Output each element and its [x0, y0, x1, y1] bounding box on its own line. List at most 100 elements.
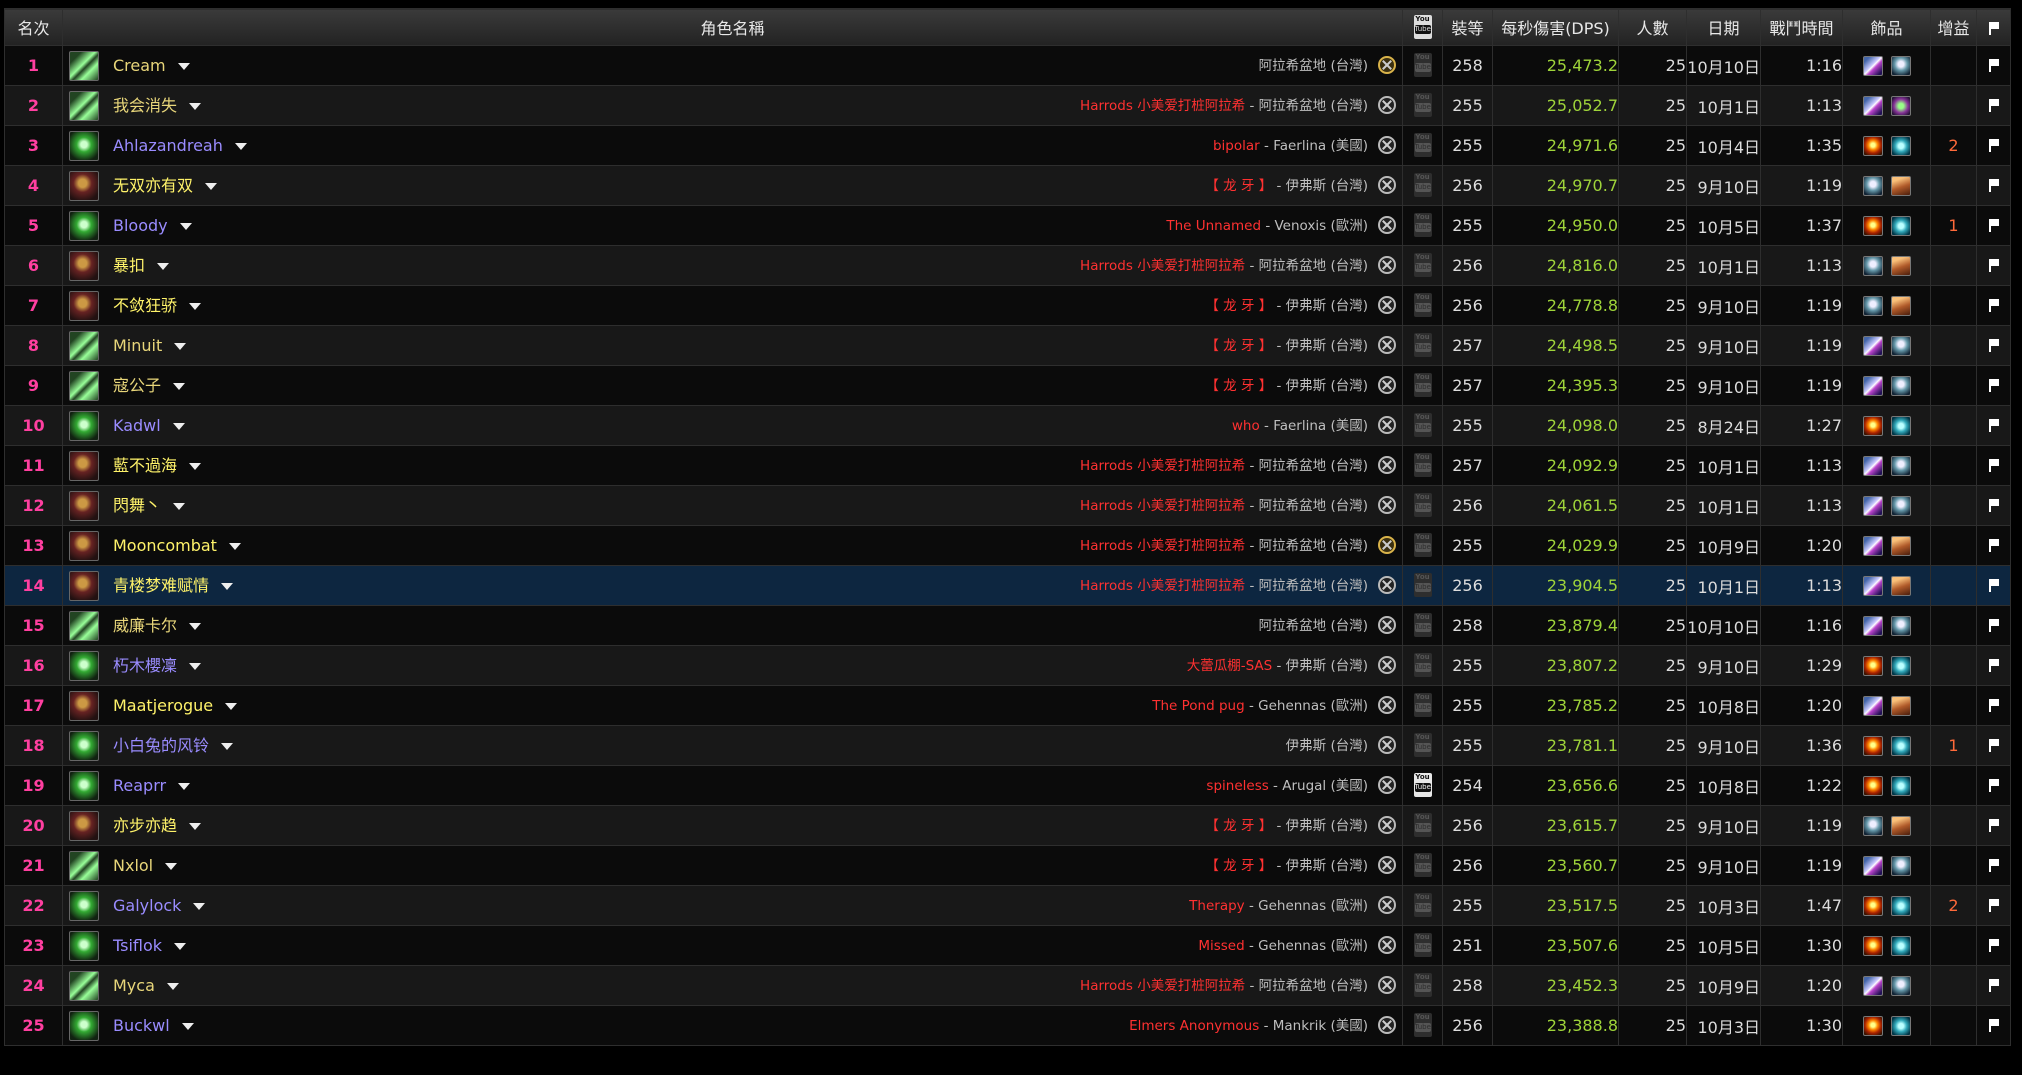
server-name[interactable]: 阿拉希盆地 (台灣) [1259, 578, 1368, 594]
trinket-icon[interactable] [1862, 575, 1883, 596]
server-name[interactable]: 伊弗斯 (台灣) [1286, 738, 1368, 754]
chevron-down-icon[interactable] [189, 463, 202, 470]
guild-link[interactable]: bipolar [1213, 138, 1260, 154]
table-row[interactable]: 15 威廉卡尔 阿拉希盆地 (台灣) You Tube 258 23,879.4 25 10月1… [4, 605, 2011, 646]
character-name-link[interactable]: 寇公子 [113, 367, 186, 405]
server-name[interactable]: 阿拉希盆地 (台灣) [1259, 58, 1368, 74]
server-name[interactable]: Faerlina (美國) [1273, 138, 1368, 154]
youtube-cell[interactable]: You Tube [1402, 765, 1443, 806]
trinket-icon[interactable] [1890, 895, 1911, 916]
chevron-down-icon[interactable] [166, 983, 179, 990]
server-name[interactable]: Gehennas (歐洲) [1258, 938, 1368, 954]
table-row[interactable]: 20 亦步亦趋 【 龙 牙 】 - 伊弗斯 (台灣) You Tube 256 23,615… [4, 805, 2011, 846]
server-name[interactable]: 伊弗斯 (台灣) [1286, 338, 1368, 354]
character-name-link[interactable]: Reaprr [113, 767, 191, 805]
table-row[interactable]: 23 Tsiflok Missed - Gehennas (歐洲) You Tube 25… [4, 925, 2011, 966]
guild-link[interactable]: 【 龙 牙 】 [1205, 858, 1272, 874]
character-name-header[interactable]: 角色名稱 [62, 8, 1403, 46]
trinket-icon[interactable] [1862, 255, 1883, 276]
report-cell[interactable] [1976, 285, 2011, 326]
trinkets-header[interactable]: 飾品 [1842, 8, 1931, 46]
guild-link[interactable]: The Pond pug [1152, 698, 1244, 714]
chevron-down-icon[interactable] [173, 383, 186, 390]
server-name[interactable]: 阿拉希盆地 (台灣) [1259, 258, 1368, 274]
report-cell[interactable] [1976, 925, 2011, 966]
report-cell[interactable] [1976, 805, 2011, 846]
character-name-link[interactable]: Tsiflok [113, 927, 187, 965]
chevron-down-icon[interactable] [157, 263, 170, 270]
trinket-icon[interactable] [1890, 375, 1911, 396]
table-row[interactable]: 12 閃舞丶 Harrods 小美爱打桩阿拉希 - 阿拉希盆地 (台灣) You Tub… [4, 485, 2011, 526]
chevron-down-icon[interactable] [174, 343, 187, 350]
trinket-icon[interactable] [1862, 95, 1883, 116]
fight-duration-header[interactable]: 戰鬥時間 [1760, 8, 1843, 46]
chevron-down-icon[interactable] [189, 103, 202, 110]
character-name-link[interactable]: 朽木櫻凜 [113, 647, 202, 685]
guild-link[interactable]: 【 龙 牙 】 [1205, 338, 1272, 354]
chevron-down-icon[interactable] [189, 623, 202, 630]
server-name[interactable]: 伊弗斯 (台灣) [1286, 818, 1368, 834]
flag-icon[interactable] [1988, 739, 1999, 752]
guild-link[interactable]: who [1232, 418, 1260, 434]
character-name-link[interactable]: 暴扣 [113, 247, 170, 285]
server-name[interactable]: 伊弗斯 (台灣) [1286, 298, 1368, 314]
character-name-link[interactable]: 不敛狂骄 [113, 287, 202, 325]
item-level-header[interactable]: 裝等 [1442, 8, 1493, 46]
trinket-icon[interactable] [1862, 535, 1883, 556]
youtube-icon[interactable]: You Tube [1413, 773, 1432, 797]
trinket-icon[interactable] [1890, 655, 1911, 676]
trinket-icon[interactable] [1890, 775, 1911, 796]
youtube-header[interactable]: You Tube [1402, 8, 1443, 46]
server-name[interactable]: 伊弗斯 (台灣) [1286, 178, 1368, 194]
table-row[interactable]: 11 藍不過海 Harrods 小美爱打桩阿拉希 - 阿拉希盆地 (台灣) You Tu… [4, 445, 2011, 486]
table-row[interactable]: 19 Reaprr spineless - Arugal (美國) You Tube 25… [4, 765, 2011, 806]
character-name-link[interactable]: 无双亦有双 [113, 167, 218, 205]
character-name-link[interactable]: Mooncombat [113, 527, 241, 565]
table-row[interactable]: 24 Myca Harrods 小美爱打桩阿拉希 - 阿拉希盆地 (台灣) You Tu… [4, 965, 2011, 1006]
character-name-link[interactable]: 我会消失 [113, 87, 202, 125]
table-row[interactable]: 13 Mooncombat Harrods 小美爱打桩阿拉希 - 阿拉希盆地 (台灣… [4, 525, 2011, 566]
chevron-down-icon[interactable] [181, 1023, 194, 1030]
report-cell[interactable] [1976, 245, 2011, 286]
trinket-icon[interactable] [1862, 895, 1883, 916]
trinket-icon[interactable] [1890, 255, 1911, 276]
chevron-down-icon[interactable] [174, 943, 187, 950]
trinket-icon[interactable] [1890, 815, 1911, 836]
trinket-icon[interactable] [1862, 135, 1883, 156]
chevron-down-icon[interactable] [221, 583, 234, 590]
flag-icon[interactable] [1988, 499, 1999, 512]
report-cell[interactable] [1976, 845, 2011, 886]
guild-link[interactable]: 【 龙 牙 】 [1205, 818, 1272, 834]
flag-icon[interactable] [1988, 59, 1999, 72]
guild-link[interactable]: 【 龙 牙 】 [1205, 378, 1272, 394]
guild-link[interactable]: 【 龙 牙 】 [1205, 178, 1272, 194]
table-row[interactable]: 22 Galylock Therapy - Gehennas (歐洲) You Tube… [4, 885, 2011, 926]
trinket-icon[interactable] [1862, 455, 1883, 476]
character-name-link[interactable]: Minuit [113, 327, 187, 365]
character-name-link[interactable]: Ahlazandreah [113, 127, 247, 165]
report-cell[interactable] [1976, 365, 2011, 406]
table-row[interactable]: 8 Minuit 【 龙 牙 】 - 伊弗斯 (台灣) You Tube 257 24,49… [4, 325, 2011, 366]
chevron-down-icon[interactable] [189, 303, 202, 310]
flag-icon[interactable] [1988, 699, 1999, 712]
flag-icon[interactable] [1988, 299, 1999, 312]
flag-icon[interactable] [1988, 579, 1999, 592]
report-cell[interactable] [1976, 125, 2011, 166]
report-cell[interactable] [1976, 885, 2011, 926]
trinket-icon[interactable] [1862, 375, 1883, 396]
table-row[interactable]: 18 小白兔的风铃 伊弗斯 (台灣) You Tube 255 23,781.1 25 9月10… [4, 725, 2011, 766]
character-name-link[interactable]: Buckwl [113, 1007, 194, 1045]
guild-link[interactable]: Therapy [1189, 898, 1245, 914]
trinket-icon[interactable] [1890, 335, 1911, 356]
table-row[interactable]: 7 不敛狂骄 【 龙 牙 】 - 伊弗斯 (台灣) You Tube 256 24,778.… [4, 285, 2011, 326]
character-name-link[interactable]: Cream [113, 47, 190, 85]
flag-icon[interactable] [1988, 899, 1999, 912]
trinket-icon[interactable] [1890, 95, 1911, 116]
character-name-link[interactable]: 小白兔的风铃 [113, 727, 234, 765]
trinket-icon[interactable] [1862, 775, 1883, 796]
chevron-down-icon[interactable] [189, 823, 202, 830]
trinket-icon[interactable] [1890, 975, 1911, 996]
flag-icon[interactable] [1988, 179, 1999, 192]
table-row[interactable]: 6 暴扣 Harrods 小美爱打桩阿拉希 - 阿拉希盆地 (台灣) You Tube 2… [4, 245, 2011, 286]
chevron-down-icon[interactable] [221, 743, 234, 750]
